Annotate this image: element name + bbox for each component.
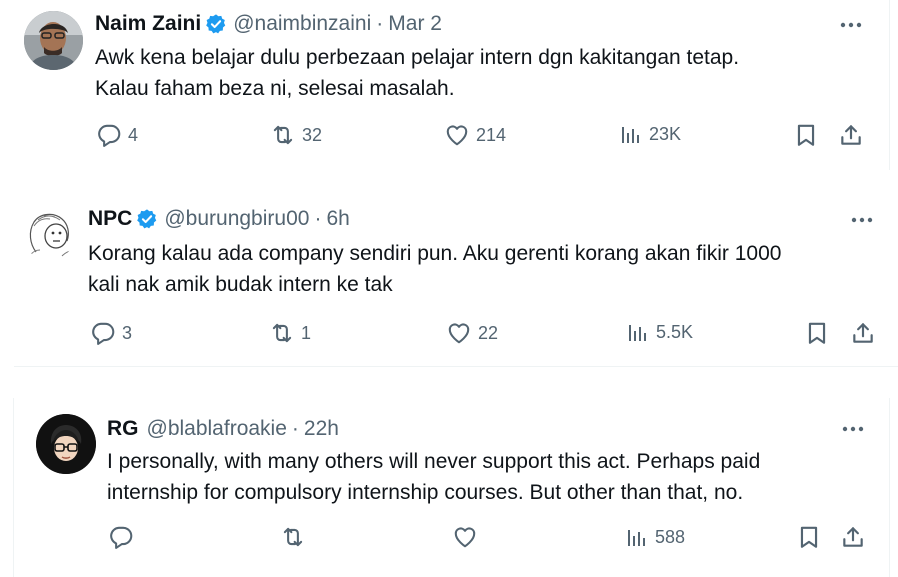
share-icon bbox=[850, 320, 876, 346]
more-icon[interactable] bbox=[837, 15, 865, 35]
views-icon bbox=[619, 122, 643, 146]
author-name[interactable]: Naim Zaini bbox=[95, 12, 201, 36]
views-button[interactable]: 588 bbox=[625, 525, 685, 549]
reply-count: 3 bbox=[122, 322, 133, 343]
verified-badge-icon bbox=[205, 13, 227, 35]
retweet-count: 1 bbox=[301, 322, 312, 343]
npc-wojak-avatar bbox=[22, 206, 76, 260]
more-icon[interactable] bbox=[839, 419, 867, 439]
retweet-button[interactable]: 32 bbox=[270, 122, 322, 148]
retweet-button[interactable] bbox=[280, 524, 312, 550]
retweet-count: 32 bbox=[302, 124, 323, 145]
thread-border-right-1 bbox=[889, 0, 890, 170]
reply-button[interactable]: 3 bbox=[90, 320, 132, 346]
timestamp[interactable]: 6h bbox=[326, 207, 349, 231]
bookmark-icon bbox=[793, 122, 819, 148]
avatar-illustration bbox=[36, 414, 96, 474]
views-icon bbox=[625, 525, 649, 549]
divider-1 bbox=[14, 366, 898, 367]
tweet-text-line: Kalau faham beza ni, selesai masalah. bbox=[95, 77, 455, 100]
retweet-button[interactable]: 1 bbox=[269, 320, 311, 346]
reply-icon bbox=[90, 320, 116, 346]
timestamp[interactable]: Mar 2 bbox=[388, 12, 442, 36]
like-count: 214 bbox=[476, 124, 507, 145]
like-button[interactable]: 22 bbox=[446, 320, 498, 346]
bookmark-button[interactable] bbox=[796, 524, 822, 550]
avatar[interactable] bbox=[24, 11, 83, 70]
tweet-text-line: internship for compulsory internship cou… bbox=[107, 481, 744, 504]
bookmark-button[interactable] bbox=[804, 320, 830, 346]
separator: · bbox=[314, 207, 322, 230]
tweet-text: I personally, with many others will neve… bbox=[107, 446, 760, 508]
thread-border-left-3 bbox=[13, 398, 14, 577]
reply-button[interactable]: 4 bbox=[96, 122, 138, 148]
more-icon[interactable] bbox=[848, 210, 876, 230]
author-handle[interactable]: @blablafroakie bbox=[147, 417, 287, 441]
separator: · bbox=[376, 12, 384, 35]
reply-count: 4 bbox=[128, 124, 139, 145]
views-button[interactable]: 5.5K bbox=[626, 320, 693, 344]
like-button[interactable]: 214 bbox=[444, 122, 506, 148]
share-button[interactable] bbox=[850, 320, 876, 346]
bookmark-icon bbox=[804, 320, 830, 346]
share-icon bbox=[840, 524, 866, 550]
tweet-text: Awk kena belajar dulu perbezaan pelajar … bbox=[95, 42, 739, 104]
verified-badge-icon bbox=[136, 208, 158, 230]
tweet-text: Korang kalau ada company sendiri pun. Ak… bbox=[88, 238, 781, 300]
avatar[interactable] bbox=[36, 414, 96, 474]
like-count: 22 bbox=[478, 322, 499, 343]
tweet-text-line: kali nak amik budak intern ke tak bbox=[88, 273, 393, 296]
heart-icon bbox=[452, 524, 478, 550]
like-button[interactable] bbox=[452, 524, 484, 550]
reply-icon bbox=[108, 524, 134, 550]
thread-border-right-3 bbox=[889, 398, 890, 577]
share-icon bbox=[838, 122, 864, 148]
bookmark-button[interactable] bbox=[793, 122, 819, 148]
retweet-icon bbox=[269, 320, 295, 346]
author-name[interactable]: NPC bbox=[88, 207, 132, 231]
retweet-icon bbox=[270, 122, 296, 148]
share-button[interactable] bbox=[838, 122, 864, 148]
views-count: 588 bbox=[655, 526, 686, 547]
separator: · bbox=[291, 417, 299, 440]
avatar[interactable] bbox=[22, 206, 76, 260]
views-count: 5.5K bbox=[656, 321, 694, 342]
retweet-icon bbox=[280, 524, 306, 550]
author-name[interactable]: RG bbox=[107, 417, 139, 441]
bookmark-icon bbox=[796, 524, 822, 550]
avatar-photo bbox=[24, 11, 83, 70]
reply-button[interactable] bbox=[108, 524, 140, 550]
tweet-text-line: I personally, with many others will neve… bbox=[107, 450, 761, 473]
tweet-text-line: Korang kalau ada company sendiri pun. Ak… bbox=[88, 242, 782, 265]
heart-icon bbox=[444, 122, 470, 148]
heart-icon bbox=[446, 320, 472, 346]
tweet-text-line: Awk kena belajar dulu perbezaan pelajar … bbox=[95, 46, 740, 69]
share-button[interactable] bbox=[840, 524, 866, 550]
views-icon bbox=[626, 320, 650, 344]
author-handle[interactable]: @burungbiru00 bbox=[164, 207, 309, 231]
author-handle[interactable]: @naimbinzaini bbox=[233, 12, 371, 36]
views-count: 23K bbox=[649, 123, 682, 144]
reply-icon bbox=[96, 122, 122, 148]
timestamp[interactable]: 22h bbox=[304, 417, 339, 441]
views-button[interactable]: 23K bbox=[619, 122, 681, 146]
